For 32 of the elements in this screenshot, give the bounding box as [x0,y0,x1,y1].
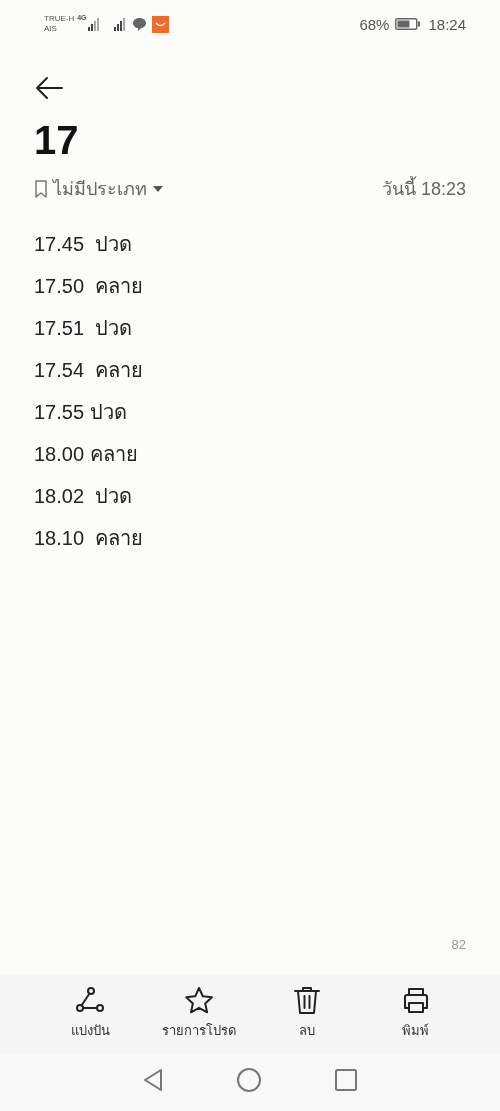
carrier-name: TRUE-H [44,14,75,24]
recents-nav-button[interactable] [334,1067,358,1092]
shopping-app-icon [151,15,169,33]
note-line: 17.50 คลาย [34,274,145,299]
toolbar-button[interactable]: พิมพ์ [365,974,466,1054]
note-title: 17 [34,117,80,164]
chat-bubble-icon [131,16,147,32]
note-line: 17.54 คลาย [34,358,145,383]
trash-icon [292,986,323,1016]
clock-time: 18:24 [428,15,466,33]
toolbar-button[interactable]: ลบ [257,974,358,1054]
note-line: 17.45 ปวด [34,232,134,257]
note-line: 17.55 ปวด [34,400,128,425]
note-line: 17.51 ปวด [34,316,134,341]
toolbar-button[interactable]: แบ่งปัน [40,974,140,1054]
battery-percent: 68% [359,15,390,33]
note-line: 18.00 คลาย [34,442,139,467]
note-date: วันนี้ 18:23 [381,174,466,203]
note-line: 18.02 ปวด [34,484,134,509]
signal-icon [86,17,101,31]
bookmark-icon [34,179,48,198]
toolbar-button[interactable]: รายการโปรด [148,974,249,1054]
back-nav-button[interactable] [142,1067,164,1092]
character-count: 82 [451,937,466,952]
note-line: 18.10 คลาย [34,526,145,551]
home-nav-button[interactable] [236,1066,262,1093]
carrier-name: AIS [44,24,58,34]
star-icon [183,986,214,1016]
caret-icon [152,184,164,193]
category-dropdown[interactable]: ไม่มีประเภท [34,174,164,203]
signal-icon [112,17,127,31]
battery-icon [395,18,421,30]
